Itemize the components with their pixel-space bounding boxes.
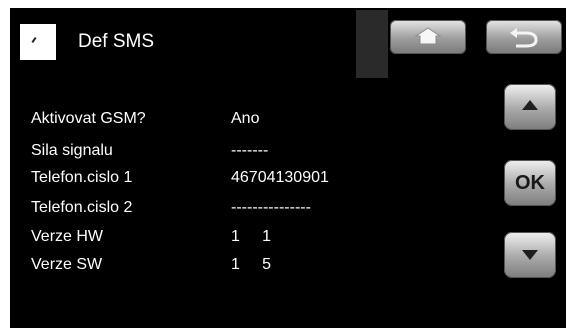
ok-button-label: OK xyxy=(515,172,545,194)
setting-label: Verze HW xyxy=(31,228,104,245)
scroll-up-button[interactable] xyxy=(504,84,556,130)
page-title: Def SMS xyxy=(78,31,155,52)
setting-value[interactable]: --------------- xyxy=(231,199,311,217)
setting-label: Verze SW xyxy=(31,256,103,273)
setting-value[interactable]: 46704130901 xyxy=(231,169,329,187)
header-divider xyxy=(356,10,388,78)
menu-logo-icon xyxy=(20,24,56,60)
ok-button[interactable]: OK xyxy=(504,160,556,206)
home-button[interactable] xyxy=(390,20,466,54)
device-screen: Def SMS OK Aktivovat GSM? Ano Sila signa… xyxy=(10,8,566,328)
setting-label: Telefon.cislo 2 xyxy=(31,199,133,216)
setting-value[interactable]: Ano xyxy=(231,110,259,128)
down-arrow-icon xyxy=(522,250,538,260)
back-button[interactable] xyxy=(486,20,562,54)
setting-value: 1 1 xyxy=(231,228,272,245)
setting-label: Telefon.cislo 1 xyxy=(31,169,133,186)
up-arrow-icon xyxy=(522,100,538,110)
scroll-down-button[interactable] xyxy=(504,232,556,278)
home-icon xyxy=(414,27,442,45)
setting-label: Sila signalu xyxy=(31,142,113,159)
setting-value: ------- xyxy=(231,142,269,159)
setting-value: 1 5 xyxy=(231,256,272,273)
setting-label: Aktivovat GSM? xyxy=(31,110,146,127)
back-arrow-icon xyxy=(510,28,538,48)
